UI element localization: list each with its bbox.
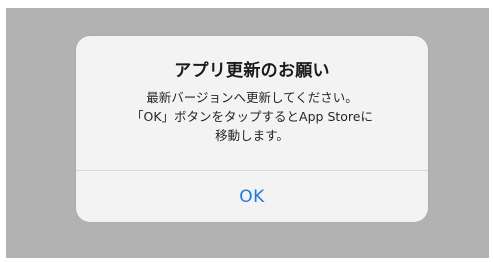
alert-message-line-1: 最新バージョンへ更新してください。 bbox=[146, 90, 358, 105]
update-alert-dialog: アプリ更新のお願い 最新バージョンへ更新してください。 「OK」ボタンをタップす… bbox=[76, 36, 428, 222]
alert-title: アプリ更新のお願い bbox=[174, 61, 330, 81]
alert-message-line-2: 「OK」ボタンをタップするとApp Storeに bbox=[131, 109, 373, 124]
alert-message-line-3: 移動します。 bbox=[215, 128, 289, 143]
alert-message: 最新バージョンへ更新してください。 「OK」ボタンをタップするとApp Stor… bbox=[76, 88, 428, 145]
alert-content: アプリ更新のお願い 最新バージョンへ更新してください。 「OK」ボタンをタップす… bbox=[76, 36, 428, 169]
ok-button[interactable]: OK bbox=[76, 171, 428, 222]
